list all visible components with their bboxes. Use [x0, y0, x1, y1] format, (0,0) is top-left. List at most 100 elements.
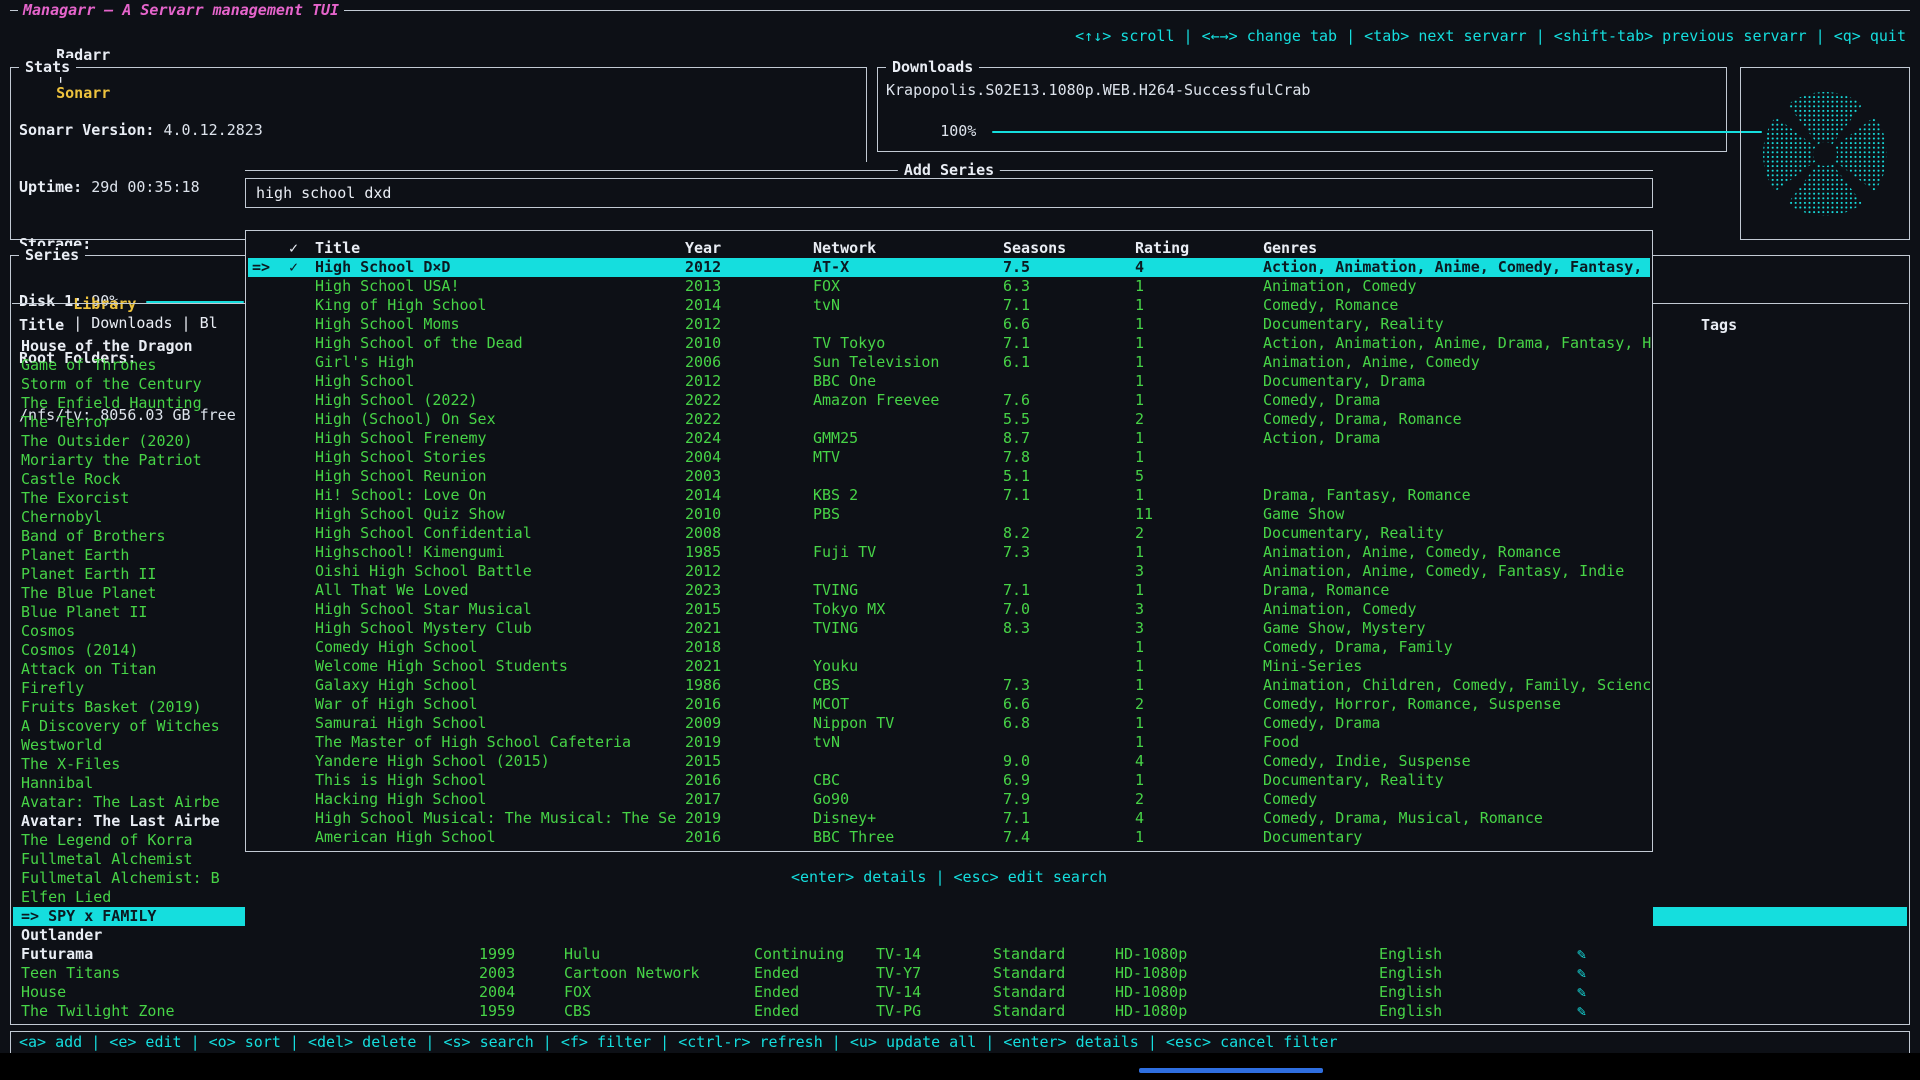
result-network-cell: KBS 2	[813, 486, 858, 505]
series-title-cell: Castle Rock	[21, 470, 120, 489]
result-seasons-cell: 1	[1135, 448, 1144, 467]
result-network-cell: TV Tokyo	[813, 334, 885, 353]
result-seasons-cell: 1	[1135, 638, 1144, 657]
result-rating-cell: 7.1	[1003, 296, 1030, 315]
series-certification-cell: TV-14	[876, 945, 921, 964]
result-genres-cell: Documentary, Reality	[1263, 315, 1444, 334]
series-status-cell: Ended	[754, 964, 799, 983]
managarr-logo-icon	[1752, 81, 1898, 227]
series-title-cell: House	[21, 983, 66, 1002]
series-tab-library[interactable]: Library	[73, 295, 136, 313]
taskbar-indicator[interactable]	[1139, 1068, 1323, 1073]
result-seasons-cell: 4	[1135, 258, 1144, 277]
result-year-cell: 1985	[685, 543, 721, 562]
search-result-row[interactable]: Oishi High School Battle 2012 3 Animatio…	[248, 562, 1650, 581]
search-result-row[interactable]: Highschool! Kimengumi 1985 Fuji TV 7.3 1…	[248, 543, 1650, 562]
result-network-cell: Amazon Freevee	[813, 391, 939, 410]
series-title-cell: Attack on Titan	[21, 660, 156, 679]
tag-edit-icon: ✎	[1577, 945, 1586, 964]
result-rating-cell: 7.1	[1003, 334, 1030, 353]
version-label: Sonarr Version:	[19, 121, 154, 139]
result-year-cell: 2015	[685, 752, 721, 771]
search-result-row[interactable]: High School Frenemy 2024 GMM25 8.7 1 Act…	[248, 429, 1650, 448]
result-network-cell: Fuji TV	[813, 543, 876, 562]
result-year-cell: 2010	[685, 334, 721, 353]
series-quality-cell: Standard	[993, 1002, 1065, 1021]
app-title: Managarr — A Servarr management TUI	[18, 1, 344, 20]
add-series-search-input[interactable]	[256, 180, 1636, 206]
result-rating-cell: 5.5	[1003, 410, 1030, 429]
search-result-row[interactable]: High School Confidential 2008 8.2 2 Docu…	[248, 524, 1650, 543]
search-result-row[interactable]: High School (2022) 2022 Amazon Freevee 7…	[248, 391, 1650, 410]
search-result-row[interactable]: Yandere High School (2015) 2015 9.0 4 Co…	[248, 752, 1650, 771]
result-title-cell: High School Reunion	[315, 467, 487, 486]
version-value: 4.0.12.2823	[164, 121, 263, 139]
search-result-row[interactable]: This is High School 2016 CBC 6.9 1 Docum…	[248, 771, 1650, 790]
search-result-row[interactable]: High School Stories 2004 MTV 7.8 1	[248, 448, 1650, 467]
result-title-cell: High School Star Musical	[315, 600, 532, 619]
series-title-cell: Westworld	[21, 736, 102, 755]
result-genres-cell: Food	[1263, 733, 1299, 752]
search-result-row[interactable]: American High School 2016 BBC Three 7.4 …	[248, 828, 1650, 847]
result-rating-cell: 7.3	[1003, 676, 1030, 695]
result-seasons-cell: 1	[1135, 277, 1144, 296]
search-result-row[interactable]: War of High School 2016 MCOT 6.6 2 Comed…	[248, 695, 1650, 714]
search-result-row[interactable]: Welcome High School Students 2021 Youku …	[248, 657, 1650, 676]
search-result-row[interactable]: High School Reunion 2003 5.1 5	[248, 467, 1650, 486]
result-seasons-cell: 1	[1135, 372, 1144, 391]
series-row[interactable]: The Twilight Zone 1959 CBS Ended TV-PG S…	[13, 1002, 1907, 1021]
search-result-row[interactable]: Girl's High 2006 Sun Television 6.1 1 An…	[248, 353, 1650, 372]
result-year-cell: 2014	[685, 296, 721, 315]
result-seasons-cell: 11	[1135, 505, 1153, 524]
download-progress-gauge	[992, 131, 1762, 133]
result-genres-cell: Animation, Children, Comedy, Family, Sci…	[1263, 676, 1651, 695]
search-result-row[interactable]: All That We Loved 2023 TVING 7.1 1 Drama…	[248, 581, 1650, 600]
search-result-row[interactable]: Samurai High School 2009 Nippon TV 6.8 1…	[248, 714, 1650, 733]
series-title-cell: Elfen Lied	[21, 888, 111, 907]
search-result-row[interactable]: Galaxy High School 1986 CBS 7.3 1 Animat…	[248, 676, 1650, 695]
series-quality-cell: Standard	[993, 945, 1065, 964]
search-result-row[interactable]: Hacking High School 2017 Go90 7.9 2 Come…	[248, 790, 1650, 809]
download-item[interactable]: Krapopolis.S02E13.1080p.WEB.H264-Success…	[886, 81, 1310, 100]
series-panel-title: Series	[19, 246, 85, 265]
result-year-cell: 2003	[685, 467, 721, 486]
search-result-row[interactable]: => ✓ High School D×D 2012 AT-X 7.5 4 Act…	[248, 258, 1650, 277]
series-row[interactable]: Teen Titans 2003 Cartoon Network Ended T…	[13, 964, 1907, 983]
result-rating-cell: 8.7	[1003, 429, 1030, 448]
result-title-cell: Samurai High School	[315, 714, 487, 733]
result-seasons-cell: 2	[1135, 695, 1144, 714]
search-result-row[interactable]: King of High School 2014 tvN 7.1 1 Comed…	[248, 296, 1650, 315]
result-network-cell: Youku	[813, 657, 858, 676]
search-result-row[interactable]: High School Star Musical 2015 Tokyo MX 7…	[248, 600, 1650, 619]
series-title-cell: Cosmos (2014)	[21, 641, 138, 660]
result-network-cell: MCOT	[813, 695, 849, 714]
search-result-row[interactable]: High School Musical: The Musical: The Se…	[248, 809, 1650, 828]
search-result-row[interactable]: High School of the Dead 2010 TV Tokyo 7.…	[248, 334, 1650, 353]
add-series-popup: Add Series ✓ Title Year Network Seasons …	[245, 162, 1653, 937]
search-result-row[interactable]: Comedy High School 2018 1 Comedy, Drama,…	[248, 638, 1650, 657]
search-result-row[interactable]: High School Quiz Show 2010 PBS 11 Game S…	[248, 505, 1650, 524]
result-title-cell: High School Frenemy	[315, 429, 487, 448]
series-row[interactable]: Futurama 1999 Hulu Continuing TV-14 Stan…	[13, 945, 1907, 964]
search-result-row[interactable]: High School Mystery Club 2021 TVING 8.3 …	[248, 619, 1650, 638]
search-result-row[interactable]: High School USA! 2013 FOX 6.3 1 Animatio…	[248, 277, 1650, 296]
search-result-row[interactable]: High School Moms 2012 6.6 1 Documentary,…	[248, 315, 1650, 334]
result-rating-cell: 7.1	[1003, 809, 1030, 828]
series-year-cell: 1959	[479, 1002, 515, 1021]
series-network-cell: Hulu	[564, 945, 600, 964]
result-year-cell: 2023	[685, 581, 721, 600]
result-seasons-cell: 1	[1135, 296, 1144, 315]
search-result-row[interactable]: The Master of High School Cafeteria 2019…	[248, 733, 1650, 752]
result-seasons-cell: 1	[1135, 543, 1144, 562]
search-result-row[interactable]: High (School) On Sex 2022 5.5 2 Comedy, …	[248, 410, 1650, 429]
result-title-cell: High School Musical: The Musical: The Se	[315, 809, 676, 828]
search-result-row[interactable]: High School 2012 BBC One 1 Documentary, …	[248, 372, 1650, 391]
result-network-cell: Nippon TV	[813, 714, 894, 733]
col-check-header: ✓	[289, 239, 298, 258]
series-row[interactable]: House 2004 FOX Ended TV-14 Standard HD-1…	[13, 983, 1907, 1002]
search-result-row[interactable]: Hi! School: Love On 2014 KBS 2 7.1 1 Dra…	[248, 486, 1650, 505]
tag-edit-icon: ✎	[1577, 1002, 1586, 1021]
series-tabs-rest[interactable]: | Downloads | Bl	[73, 314, 218, 332]
series-title-cell: The Twilight Zone	[21, 1002, 175, 1021]
result-genres-cell: Documentary	[1263, 828, 1362, 847]
